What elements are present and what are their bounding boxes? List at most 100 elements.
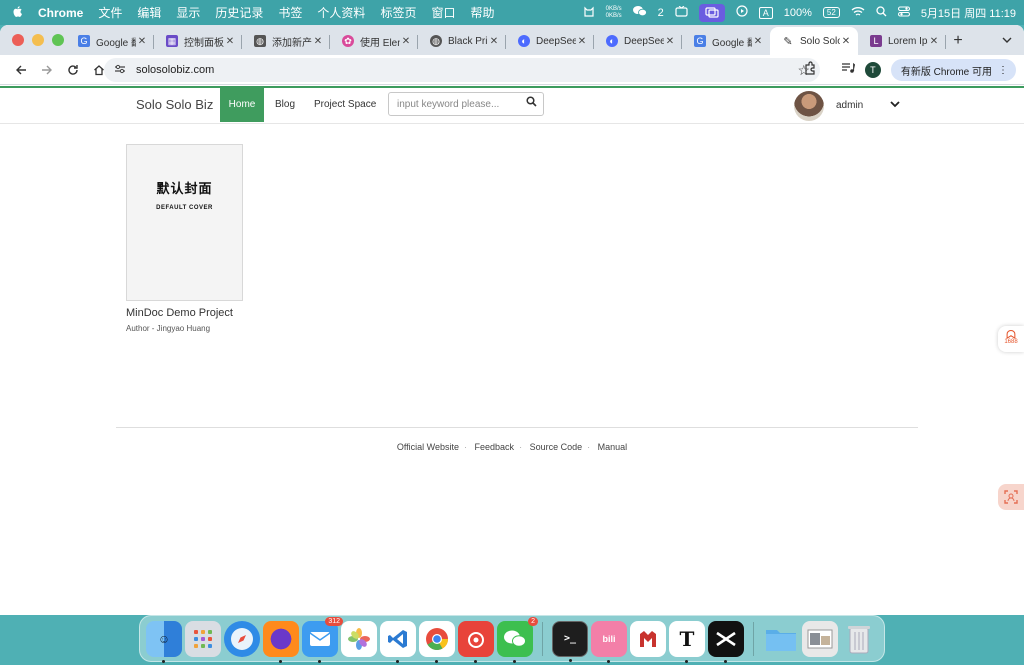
project-title[interactable]: MinDoc Demo Project [126,307,233,319]
reload-icon[interactable] [60,58,86,82]
menu-window[interactable]: 窗口 [431,4,455,21]
new-tab-button[interactable]: + [946,27,970,55]
tab-google-translate-1[interactable]: G Google 翻译 ✕ [66,27,154,55]
menu-tab[interactable]: 标签页 [380,4,416,21]
safari-icon[interactable] [224,620,260,657]
control-center-icon[interactable] [897,6,910,20]
close-tab-icon[interactable]: ✕ [312,36,324,47]
tab-deepseek-2[interactable]: ◐ DeepSeek ✕ [594,27,682,55]
mail-badge: 312 [325,616,343,626]
back-arrow-icon[interactable] [8,58,34,82]
close-tab-icon[interactable]: ✕ [136,36,148,47]
close-tab-icon[interactable]: ✕ [664,36,676,47]
site-brand[interactable]: Solo Solo Biz [136,97,213,112]
tab-control-panel[interactable]: ▦ 控制面板 | 应用 ✕ [154,27,242,55]
translate-icon: G [694,35,706,47]
chrome-update-button[interactable]: 有新版 Chrome 可用 ⋮ [890,59,1016,81]
vscode-icon[interactable] [380,620,416,663]
profile-avatar[interactable]: T [864,62,881,78]
menu-app-name[interactable]: Chrome [38,6,83,20]
site-info-icon[interactable] [114,64,128,77]
battery-icon[interactable]: 52 [822,7,840,18]
screen-mirror-icon[interactable] [698,3,725,22]
menu-profiles[interactable]: 个人资料 [317,4,365,21]
wechat-status-icon[interactable] [632,5,647,20]
close-tab-icon[interactable]: ✕ [928,36,940,47]
screenshot-float-button[interactable] [998,484,1024,510]
tab-deepseek-1[interactable]: ◐ DeepSeek ✕ [506,27,594,55]
folder-icon[interactable] [763,621,799,657]
tab-title: Google 翻译 [712,37,752,49]
tab-lorem-ipsum[interactable]: L Lorem Ipsum ✕ [858,27,946,55]
menubar-clock[interactable]: 5月15日 周四 11:19 [921,5,1016,21]
menu-file[interactable]: 文件 [98,4,122,21]
close-tab-icon[interactable]: ✕ [576,36,588,47]
close-window-button[interactable] [12,34,24,46]
firefox-icon[interactable] [263,620,299,663]
tab-google-translate-2[interactable]: G Google 翻译 ✕ [682,27,770,55]
tab-solo-solo-biz[interactable]: ✎ Solo Solo Biz ✕ [770,27,858,55]
ali-1688-float-button[interactable]: ᗣ 1688 [998,326,1024,352]
forward-arrow-icon[interactable] [34,58,60,82]
footer-official-website-link[interactable]: Official Website [397,442,459,452]
tab-element[interactable]: ✿ 使用 Element ✕ [330,27,418,55]
close-tab-icon[interactable]: ✕ [400,36,412,47]
project-cover-card[interactable]: 默认封面 DEFAULT COVER [126,144,243,301]
bilibili-icon[interactable]: bili [591,620,627,663]
footer-source-code-link[interactable]: Source Code [530,442,583,452]
nav-project-space[interactable]: Project Space [314,88,376,122]
toolbar-right: T 有新版 Chrome 可用 ⋮ [803,58,1016,82]
menu-history[interactable]: 历史记录 [215,4,263,21]
menu-bookmarks[interactable]: 书签 [278,4,302,21]
project-author: Author - Jingyao Huang [126,324,211,333]
trash-icon[interactable] [841,621,877,657]
dock-separator [542,621,543,656]
close-tab-icon[interactable]: ✕ [224,36,236,47]
user-avatar[interactable] [794,91,824,121]
tab-add-product[interactable]: ◍ 添加新产品 ✕ [242,27,330,55]
spotlight-search-icon[interactable] [876,5,887,20]
terminal-icon[interactable]: >_ [552,620,588,662]
network-speed[interactable]: 0KB/s 0KB/s [606,6,622,20]
menu-edit[interactable]: 编辑 [137,4,161,21]
tv-status-icon[interactable] [675,5,688,20]
username[interactable]: admin [836,100,863,111]
typora-icon[interactable]: T [669,620,705,663]
input-method-indicator[interactable]: A [758,6,773,19]
search-input[interactable]: input keyword please... [388,92,544,116]
zoom-window-button[interactable] [52,34,64,46]
menu-help[interactable]: 帮助 [470,4,494,21]
close-tab-icon[interactable]: ✕ [752,36,764,47]
close-tab-icon[interactable]: ✕ [840,36,852,47]
apple-menu-icon[interactable] [12,5,23,21]
footer-feedback-link[interactable]: Feedback [475,442,515,452]
capcut-icon[interactable] [708,620,744,663]
photos-icon[interactable] [341,620,377,657]
finder-icon[interactable]: ☺ [146,620,182,663]
preview-icon[interactable] [802,620,838,657]
close-tab-icon[interactable]: ✕ [488,36,500,47]
launchpad-icon[interactable] [185,620,221,657]
footer-manual-link[interactable]: Manual [598,442,628,452]
tab-search-chevron-icon[interactable] [998,31,1016,49]
user-menu-chevron-icon[interactable] [890,97,900,111]
extensions-icon[interactable] [803,60,817,80]
minimize-window-button[interactable] [32,34,44,46]
media-controls-icon[interactable] [841,61,855,79]
nav-home[interactable]: Home [220,88,264,122]
menu-view[interactable]: 显示 [176,4,200,21]
tab-black-print[interactable]: ◍ Black Print ✕ [418,27,506,55]
chrome-icon[interactable] [419,620,455,663]
address-bar[interactable]: solosolobiz.com ☆ [104,58,820,82]
url-text[interactable]: solosolobiz.com [136,64,214,76]
netease-music-icon[interactable] [458,620,494,663]
nav-blog[interactable]: Blog [275,88,295,122]
play-status-icon[interactable] [736,5,748,20]
mail-icon[interactable]: 312 [302,616,343,663]
cat-status-icon[interactable] [583,5,595,20]
search-icon[interactable] [526,96,537,110]
wechat-icon[interactable]: 2 [497,616,538,663]
stop-motion-icon[interactable] [630,620,666,657]
wifi-icon[interactable] [851,6,865,20]
lorem-icon: L [870,35,882,47]
